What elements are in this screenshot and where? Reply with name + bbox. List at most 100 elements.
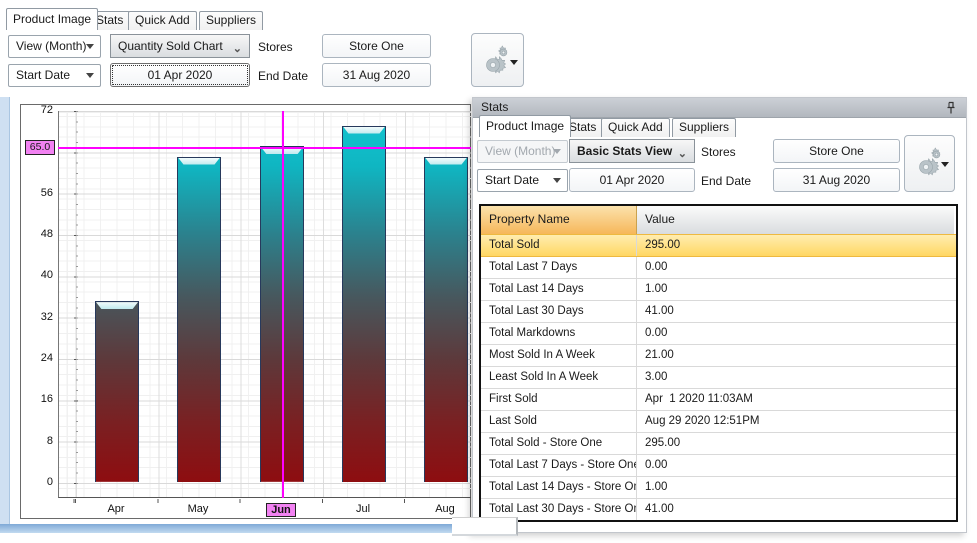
- cell-property-name: Total Last 14 Days - Store One: [481, 477, 637, 498]
- end-date-value-button[interactable]: 31 Aug 2020: [322, 63, 431, 87]
- app-screen: Product ImageStatsQuick AddSuppliers Vie…: [0, 0, 977, 543]
- table-row-total-last-14-days[interactable]: Total Last 14 Days1.00: [481, 278, 956, 300]
- chevron-down-icon: [86, 73, 94, 78]
- panel-tab-suppliers[interactable]: Suppliers: [672, 118, 736, 137]
- cell-value: Apr 1 2020 11:03AM: [637, 389, 954, 410]
- cell-property-name: Total Markdowns: [481, 323, 637, 344]
- panel-title: Stats: [481, 100, 508, 114]
- table-row-least-sold-in-a-week[interactable]: Least Sold In A Week3.00: [481, 366, 956, 388]
- x-axis-label-may: May: [176, 503, 220, 515]
- bar-top-bevel: [178, 158, 220, 165]
- start-date-dropdown[interactable]: Start Date: [8, 64, 101, 87]
- x-axis-label-aug: Aug: [423, 503, 467, 515]
- cell-value: 0.00: [637, 257, 954, 278]
- panel-view-mode-dropdown: View (Month): [477, 140, 568, 163]
- y-axis-tick-label: 32: [27, 311, 53, 323]
- panel-tab-quick-add[interactable]: Quick Add: [601, 118, 670, 137]
- table-row-last-sold[interactable]: Last SoldAug 29 2020 12:51PM: [481, 410, 956, 432]
- cell-value: 295.00: [637, 433, 954, 454]
- panel-store-one-button[interactable]: Store One: [773, 139, 900, 163]
- y-axis-tick-label: 40: [27, 269, 53, 281]
- panel-stores-label: Stores: [701, 145, 736, 159]
- store-one-button[interactable]: Store One: [322, 34, 431, 58]
- main-tab-quick-add[interactable]: Quick Add: [128, 11, 197, 30]
- bar-jul[interactable]: [342, 126, 386, 483]
- column-header-value[interactable]: Value: [637, 206, 954, 234]
- panel-settings-gear-button[interactable]: [904, 135, 955, 192]
- table-row-most-sold-in-a-week[interactable]: Most Sold In A Week21.00: [481, 344, 956, 366]
- stats-view-label: Basic Stats View: [577, 144, 672, 158]
- table-body: Total Sold295.00Total Last 7 Days0.00Tot…: [481, 234, 956, 520]
- cell-property-name: Total Last 30 Days: [481, 301, 637, 322]
- bar-top-bevel: [343, 127, 385, 134]
- window-left-border: [0, 97, 10, 533]
- x-axis-label-jun[interactable]: Jun: [266, 503, 296, 517]
- main-tabstrip: Product ImageStatsQuick AddSuppliers: [6, 8, 306, 30]
- chevron-down-icon: ⌄: [678, 143, 687, 165]
- y-axis-tick-label: 48: [27, 228, 53, 240]
- panel-end-date-value-button[interactable]: 31 Aug 2020: [773, 168, 900, 192]
- bar-top-bevel: [425, 158, 467, 165]
- panel-start-date-value-button[interactable]: 01 Apr 2020: [569, 168, 695, 192]
- cell-value: 3.00: [637, 367, 954, 388]
- y-axis-tick-label: 24: [27, 352, 53, 364]
- main-tab-product-image[interactable]: Product Image: [6, 8, 98, 30]
- cell-property-name: Total Sold - Store One: [481, 433, 637, 454]
- chevron-down-icon: ⌄: [233, 38, 242, 60]
- stats-table: Property NameValue Total Sold295.00Total…: [479, 204, 958, 522]
- table-row-total-sold-store-one[interactable]: Total Sold - Store One295.00: [481, 432, 956, 454]
- chart-type-combobox[interactable]: Quantity Sold Chart ⌄: [110, 34, 250, 58]
- table-row-total-markdowns[interactable]: Total Markdowns0.00: [481, 322, 956, 344]
- chart-plot-area[interactable]: [58, 111, 471, 498]
- table-row-total-last-7-days[interactable]: Total Last 7 Days0.00: [481, 256, 956, 278]
- cell-value: 0.00: [637, 455, 954, 476]
- view-mode-label: View (Month): [16, 39, 86, 53]
- cell-value: 0.00: [637, 323, 954, 344]
- table-row-first-sold[interactable]: First SoldApr 1 2020 11:03AM: [481, 388, 956, 410]
- panel-start-date-dropdown[interactable]: Start Date: [477, 169, 568, 192]
- bar-apr[interactable]: [95, 301, 139, 482]
- bar-aug[interactable]: [424, 157, 468, 483]
- column-header-property-name[interactable]: Property Name: [481, 206, 637, 234]
- crosshair-value-badge: 65.0: [25, 140, 55, 155]
- table-row-total-last-30-days-store-one[interactable]: Total Last 30 Days - Store One41.00: [481, 498, 956, 520]
- window-bottom-border: [0, 524, 466, 533]
- y-axis-tick-label: 72: [27, 104, 53, 116]
- cell-property-name: Last Sold: [481, 411, 637, 432]
- cell-property-name: Total Last 14 Days: [481, 279, 637, 300]
- cell-value: Aug 29 2020 12:51PM: [637, 411, 954, 432]
- stats-dock-panel: Stats Product ImageStatsQuick AddSupplie…: [472, 97, 967, 533]
- gear-settings-icon: [911, 146, 945, 180]
- y-axis-tick-label: 8: [27, 435, 53, 447]
- bar-may[interactable]: [177, 157, 221, 483]
- table-row-total-last-30-days[interactable]: Total Last 30 Days41.00: [481, 300, 956, 322]
- main-tab-suppliers[interactable]: Suppliers: [199, 11, 263, 30]
- cell-value: 41.00: [637, 301, 954, 322]
- chevron-down-icon: [553, 178, 561, 183]
- panel-tabstrip: Product ImageStatsQuick AddSuppliers: [479, 115, 779, 137]
- chevron-down-icon: [86, 44, 94, 49]
- table-header-row: Property NameValue: [481, 206, 956, 234]
- crosshair-vertical-line: [282, 111, 284, 498]
- view-mode-dropdown[interactable]: View (Month): [8, 35, 101, 58]
- y-axis-tick-label: 16: [27, 393, 53, 405]
- cell-value: 1.00: [637, 279, 954, 300]
- table-row-total-last-14-days-store-one[interactable]: Total Last 14 Days - Store One1.00: [481, 476, 956, 498]
- cell-property-name: Total Sold: [481, 235, 637, 256]
- cell-value: 295.00: [637, 235, 954, 256]
- settings-gear-button[interactable]: [471, 33, 524, 87]
- cell-property-name: Least Sold In A Week: [481, 367, 637, 388]
- cell-property-name: Total Last 7 Days - Store One: [481, 455, 637, 476]
- stats-view-combobox[interactable]: Basic Stats View ⌄: [569, 139, 695, 163]
- table-row-total-sold[interactable]: Total Sold295.00: [481, 234, 956, 256]
- cell-property-name: Total Last 7 Days: [481, 257, 637, 278]
- start-date-value-button[interactable]: 01 Apr 2020: [110, 63, 250, 87]
- cell-property-name: First Sold: [481, 389, 637, 410]
- panel-tab-product-image[interactable]: Product Image: [479, 115, 571, 137]
- table-row-total-last-7-days-store-one[interactable]: Total Last 7 Days - Store One0.00: [481, 454, 956, 476]
- x-axis-label-apr: Apr: [94, 503, 138, 515]
- x-axis-label-jul: Jul: [341, 503, 385, 515]
- cell-value: 1.00: [637, 477, 954, 498]
- pin-icon[interactable]: [944, 101, 958, 115]
- chevron-down-icon: [510, 60, 518, 65]
